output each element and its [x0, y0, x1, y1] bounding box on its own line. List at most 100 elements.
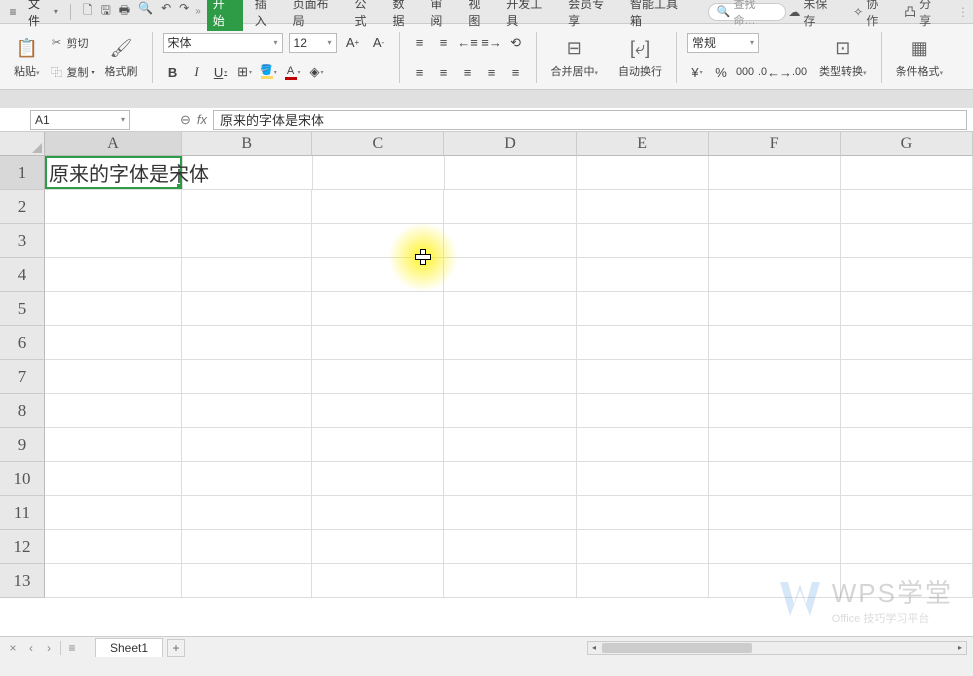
paste-button[interactable]: 📋 粘贴▾ [10, 28, 44, 87]
cell-A8[interactable] [45, 394, 182, 428]
cell-B13[interactable] [182, 564, 312, 598]
cell-E12[interactable] [577, 530, 709, 564]
cell-E5[interactable] [577, 292, 709, 326]
cell-D1[interactable] [445, 156, 577, 190]
cell-D7[interactable] [444, 360, 576, 394]
unsaved-indicator[interactable]: ☁未保存 [788, 0, 839, 29]
cell-D9[interactable] [444, 428, 576, 462]
decrease-decimal-button[interactable]: .0← [759, 62, 779, 82]
cell-D13[interactable] [444, 564, 576, 598]
cell-A3[interactable] [45, 224, 182, 258]
cell-C4[interactable] [312, 258, 444, 292]
cell-G4[interactable] [841, 258, 973, 292]
cell-E9[interactable] [577, 428, 709, 462]
column-header-A[interactable]: A [45, 132, 182, 156]
save-icon[interactable]: 🖫 [101, 1, 111, 22]
sheet-nav-next[interactable]: › [42, 641, 56, 655]
decrease-font-button[interactable]: A- [369, 33, 389, 53]
undo-icon[interactable]: ↶ [161, 1, 171, 22]
cell-C11[interactable] [312, 496, 444, 530]
align-middle-button[interactable]: ≡ [434, 33, 454, 53]
increase-decimal-button[interactable]: →.00 [783, 62, 803, 82]
cell-E13[interactable] [577, 564, 709, 598]
row-header-13[interactable]: 13 [0, 564, 45, 598]
cell-G12[interactable] [841, 530, 973, 564]
cell-E7[interactable] [577, 360, 709, 394]
cell-D12[interactable] [444, 530, 576, 564]
horizontal-scrollbar[interactable]: ◂ ▸ [587, 641, 967, 655]
italic-button[interactable]: I [187, 62, 207, 82]
cell-E10[interactable] [577, 462, 709, 496]
distribute-button[interactable]: ≡ [506, 62, 526, 82]
increase-indent-button[interactable]: ≡→ [482, 33, 502, 53]
cell-D8[interactable] [444, 394, 576, 428]
row-header-7[interactable]: 7 [0, 360, 45, 394]
cell-G5[interactable] [841, 292, 973, 326]
cell-F8[interactable] [709, 394, 841, 428]
tab-review[interactable]: 审阅 [428, 0, 456, 31]
cell-F10[interactable] [709, 462, 841, 496]
file-menu[interactable]: 文件 ▾ [24, 0, 62, 29]
orientation-button[interactable]: ⟲ [506, 33, 526, 53]
cells[interactable]: 原来的字体是宋体 [45, 156, 973, 656]
align-center-button[interactable]: ≡ [434, 62, 454, 82]
fx-icon[interactable]: fx [197, 112, 207, 127]
column-header-C[interactable]: C [312, 132, 444, 156]
cell-F9[interactable] [709, 428, 841, 462]
cell-F2[interactable] [709, 190, 841, 224]
tab-member[interactable]: 会员专享 [566, 0, 618, 31]
cell-A5[interactable] [45, 292, 182, 326]
column-header-D[interactable]: D [444, 132, 576, 156]
row-header-4[interactable]: 4 [0, 258, 45, 292]
cell-A13[interactable] [45, 564, 182, 598]
currency-button[interactable]: ¥▾ [687, 62, 707, 82]
underline-button[interactable]: U▾ [211, 62, 231, 82]
format-painter-button[interactable]: 🖌 格式刷 [101, 28, 142, 87]
cell-G10[interactable] [841, 462, 973, 496]
preview-icon[interactable]: 🔍 [138, 1, 153, 22]
font-name-select[interactable]: 宋体 ▾ [163, 33, 283, 53]
row-header-9[interactable]: 9 [0, 428, 45, 462]
cell-E1[interactable] [577, 156, 709, 190]
cell-C2[interactable] [312, 190, 444, 224]
increase-font-button[interactable]: A+ [343, 33, 363, 53]
type-convert-button[interactable]: ⊡ 类型转换▾ [815, 35, 871, 81]
cell-C9[interactable] [312, 428, 444, 462]
cell-A11[interactable] [45, 496, 182, 530]
copy-button[interactable]: ⿻复制▾ [48, 63, 97, 81]
row-header-11[interactable]: 11 [0, 496, 45, 530]
align-right-button[interactable]: ≡ [458, 62, 478, 82]
cell-F6[interactable] [709, 326, 841, 360]
cell-A1[interactable]: 原来的字体是宋体 [45, 156, 183, 190]
sheet-nav-first[interactable]: × [6, 641, 20, 655]
column-header-G[interactable]: G [841, 132, 973, 156]
row-header-8[interactable]: 8 [0, 394, 45, 428]
cell-C7[interactable] [312, 360, 444, 394]
cell-C12[interactable] [312, 530, 444, 564]
cell-F5[interactable] [709, 292, 841, 326]
align-top-button[interactable]: ≡ [410, 33, 430, 53]
cell-A12[interactable] [45, 530, 182, 564]
row-header-12[interactable]: 12 [0, 530, 45, 564]
search-box[interactable]: 🔍 查找命… [708, 3, 787, 21]
new-icon[interactable]: 🗋 [83, 1, 93, 22]
comma-button[interactable]: 000 [735, 62, 755, 82]
cell-A6[interactable] [45, 326, 182, 360]
tab-page-layout[interactable]: 页面布局 [291, 0, 343, 31]
cell-A9[interactable] [45, 428, 182, 462]
cell-D3[interactable] [444, 224, 576, 258]
cell-G11[interactable] [841, 496, 973, 530]
cell-E4[interactable] [577, 258, 709, 292]
cell-B2[interactable] [182, 190, 312, 224]
row-header-10[interactable]: 10 [0, 462, 45, 496]
font-size-select[interactable]: 12 ▾ [289, 33, 337, 53]
cell-C10[interactable] [312, 462, 444, 496]
row-header-6[interactable]: 6 [0, 326, 45, 360]
cell-C8[interactable] [312, 394, 444, 428]
bold-button[interactable]: B [163, 62, 183, 82]
cell-D10[interactable] [444, 462, 576, 496]
cut-button[interactable]: ✂剪切 [48, 34, 97, 52]
row-header-3[interactable]: 3 [0, 224, 45, 258]
cell-G13[interactable] [841, 564, 973, 598]
more-icon[interactable]: ⋮ [957, 5, 969, 19]
